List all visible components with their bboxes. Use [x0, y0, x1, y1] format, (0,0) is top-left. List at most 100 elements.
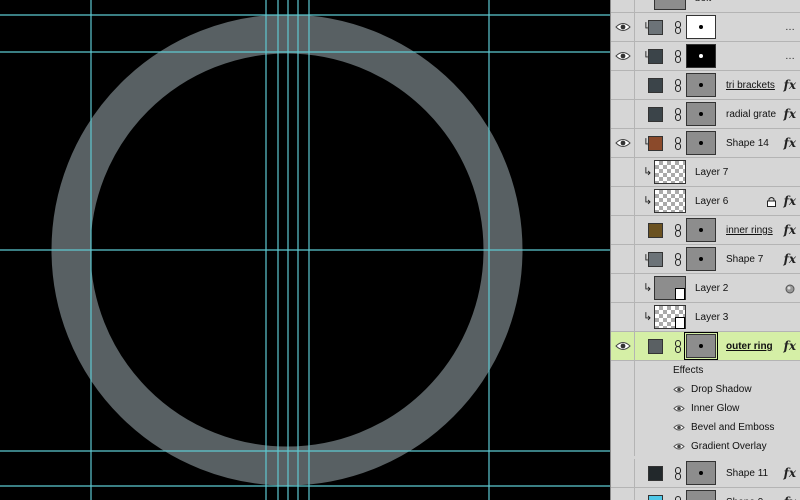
layer-effects-icon[interactable]: fx: [784, 71, 796, 100]
visibility-toggle[interactable]: [611, 380, 635, 399]
effect-item[interactable]: Bevel and Emboss: [611, 418, 800, 437]
visibility-toggle[interactable]: [611, 71, 635, 99]
effect-item[interactable]: Drop Shadow: [611, 380, 800, 399]
visibility-toggle[interactable]: [611, 361, 635, 380]
layer-name[interactable]: Shape 11: [726, 459, 768, 488]
visibility-toggle[interactable]: [611, 245, 635, 273]
link-icon[interactable]: [674, 21, 682, 34]
visibility-toggle[interactable]: [611, 0, 635, 12]
eye-icon[interactable]: [615, 50, 631, 62]
effect-item[interactable]: Inner Glow: [611, 399, 800, 418]
layer-effects-icon[interactable]: fx: [784, 216, 796, 245]
vector-mask-thumbnail[interactable]: [686, 44, 716, 68]
link-icon[interactable]: [674, 253, 682, 266]
link-icon[interactable]: [674, 137, 682, 150]
layer-row[interactable]: bolt: [611, 0, 800, 13]
link-icon[interactable]: [674, 108, 682, 121]
layer-name[interactable]: Shape 14: [726, 129, 769, 158]
layer-row[interactable]: ↳Shape 14fx: [611, 129, 800, 158]
layer-row[interactable]: ↳ Layer 3: [611, 303, 800, 332]
eye-icon[interactable]: [673, 404, 685, 413]
layer-color-swatch[interactable]: [648, 252, 663, 267]
layer-name[interactable]: inner rings: [726, 216, 773, 245]
visibility-toggle[interactable]: [611, 42, 635, 70]
layer-effects-icon[interactable]: fx: [784, 187, 796, 216]
vector-mask-thumbnail[interactable]: [686, 461, 716, 485]
link-icon[interactable]: [674, 496, 682, 500]
layer-effects-icon[interactable]: fx: [784, 488, 796, 500]
visibility-toggle[interactable]: [611, 332, 635, 360]
link-icon[interactable]: [674, 224, 682, 237]
visibility-toggle[interactable]: [611, 187, 635, 215]
layer-name[interactable]: Layer 7: [695, 158, 728, 187]
layer-name[interactable]: Shape 9: [726, 488, 763, 500]
layer-row[interactable]: Shape 11 fx: [611, 459, 800, 488]
layer-color-swatch[interactable]: [648, 339, 663, 354]
vector-mask-thumbnail[interactable]: [686, 490, 716, 500]
layer-name[interactable]: Shape 7: [726, 245, 763, 274]
layer-color-swatch[interactable]: [648, 20, 663, 35]
vector-mask-thumbnail[interactable]: [686, 102, 716, 126]
link-icon[interactable]: [674, 79, 682, 92]
layer-row[interactable]: outer ring fx: [611, 332, 800, 361]
visibility-toggle[interactable]: [611, 158, 635, 186]
layer-thumbnail[interactable]: [654, 160, 686, 184]
layer-color-swatch[interactable]: [648, 495, 663, 500]
vector-mask-thumbnail[interactable]: [684, 332, 718, 360]
layer-name[interactable]: Layer 3: [695, 303, 728, 332]
layer-color-swatch[interactable]: [648, 78, 663, 93]
layer-row[interactable]: tri brackets fx: [611, 71, 800, 100]
visibility-toggle[interactable]: [611, 418, 635, 437]
layer-name[interactable]: radial grate: [726, 100, 776, 129]
layer-name[interactable]: tri brackets: [726, 71, 775, 100]
effect-item[interactable]: Gradient Overlay: [611, 437, 800, 456]
eye-icon[interactable]: [615, 21, 631, 33]
layer-name[interactable]: bolt: [695, 0, 711, 13]
layer-row[interactable]: ↳ Layer 7: [611, 158, 800, 187]
vector-mask-thumbnail[interactable]: [686, 247, 716, 271]
layer-color-swatch[interactable]: [648, 466, 663, 481]
layer-color-swatch[interactable]: [648, 223, 663, 238]
layer-thumbnail[interactable]: [654, 189, 686, 213]
eye-icon[interactable]: [673, 442, 685, 451]
visibility-toggle[interactable]: [611, 459, 635, 487]
layer-name[interactable]: outer ring: [726, 332, 773, 361]
layer-effects-icon[interactable]: fx: [784, 245, 796, 274]
layer-color-swatch[interactable]: [648, 136, 663, 151]
layer-row[interactable]: ↳ Layer 6 fx: [611, 187, 800, 216]
eye-icon[interactable]: [673, 423, 685, 432]
visibility-toggle[interactable]: [611, 303, 635, 331]
effects-group[interactable]: Effects: [611, 361, 800, 380]
layer-color-swatch[interactable]: [648, 107, 663, 122]
layer-name[interactable]: …: [785, 42, 795, 71]
layer-row[interactable]: ↳ Layer 2: [611, 274, 800, 303]
layer-name[interactable]: …: [785, 13, 795, 42]
visibility-toggle[interactable]: [611, 100, 635, 128]
layer-row[interactable]: ↳…: [611, 42, 800, 71]
visibility-toggle[interactable]: [611, 13, 635, 41]
layer-color-swatch[interactable]: [648, 49, 663, 64]
link-icon[interactable]: [674, 50, 682, 63]
document-canvas[interactable]: [0, 0, 610, 500]
layer-effects-icon[interactable]: fx: [784, 332, 796, 361]
layer-row[interactable]: Shape 9 fx: [611, 488, 800, 500]
layer-effects-icon[interactable]: fx: [784, 100, 796, 129]
layer-row[interactable]: ↳Shape 7fx: [611, 245, 800, 274]
visibility-toggle[interactable]: [611, 399, 635, 418]
visibility-toggle[interactable]: [611, 129, 635, 157]
vector-mask-thumbnail[interactable]: [686, 131, 716, 155]
vector-mask-thumbnail[interactable]: [686, 15, 716, 39]
vector-mask-thumbnail[interactable]: [686, 218, 716, 242]
link-icon[interactable]: [674, 467, 682, 480]
layer-row[interactable]: ↳…: [611, 13, 800, 42]
layer-effects-icon[interactable]: fx: [784, 129, 796, 158]
layer-effects-icon[interactable]: fx: [784, 459, 796, 488]
visibility-toggle[interactable]: [611, 488, 635, 500]
layer-name[interactable]: Layer 2: [695, 274, 728, 303]
visibility-toggle[interactable]: [611, 216, 635, 244]
visibility-toggle[interactable]: [611, 274, 635, 302]
eye-icon[interactable]: [615, 137, 631, 149]
layer-row[interactable]: inner rings fx: [611, 216, 800, 245]
layer-row[interactable]: radial grate fx: [611, 100, 800, 129]
vector-mask-thumbnail[interactable]: [686, 73, 716, 97]
